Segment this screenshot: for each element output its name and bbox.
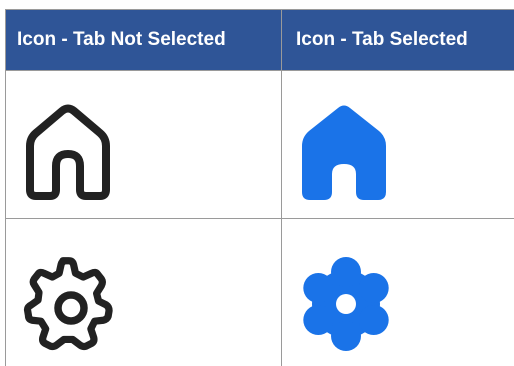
icon-comparison-table: Icon - Tab Not Selected Icon - Tab Selec… <box>5 9 514 366</box>
home-outline-icon <box>20 100 116 204</box>
home-filled-icon <box>296 100 392 204</box>
row-divider <box>5 218 514 219</box>
column-header-label: Icon - Tab Not Selected <box>17 29 226 50</box>
settings-outline-icon <box>21 256 121 356</box>
column-header-selected: Icon - Tab Selected <box>282 10 514 70</box>
column-header-label: Icon - Tab Selected <box>296 29 468 50</box>
header-bottom-border <box>5 70 514 71</box>
settings-filled-icon <box>296 254 396 354</box>
column-header-not-selected: Icon - Tab Not Selected <box>6 10 281 70</box>
